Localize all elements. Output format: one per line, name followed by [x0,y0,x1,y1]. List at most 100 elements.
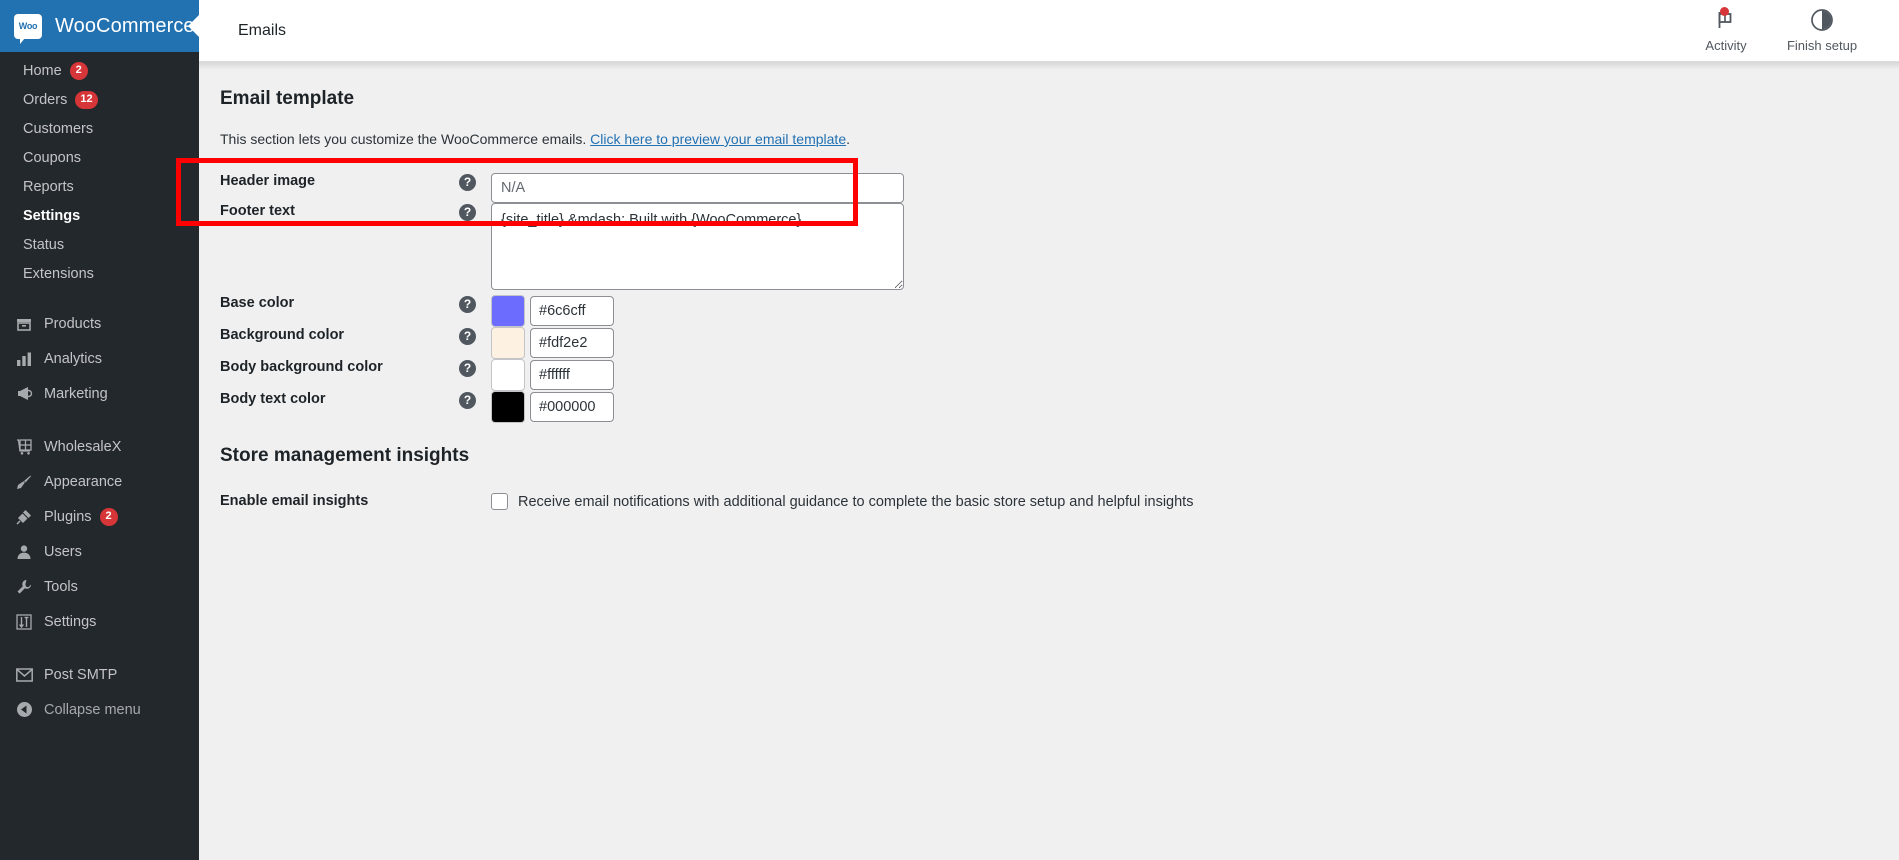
help-icon-body-background-color[interactable]: ? [459,359,476,377]
woocommerce-logo-text: Woo [18,21,38,31]
woocommerce-brand[interactable]: Woo WooCommerce [0,0,200,52]
enable-email-insights-checkbox-label: Receive email notifications with additio… [518,493,1194,510]
sidebar-label-products: Products [44,315,102,332]
sidebar-divider-2 [0,415,199,425]
sidebar-label-home: Home [23,62,62,79]
sidebar-item-home[interactable]: Home 2 [0,56,199,85]
sidebar-item-coupons[interactable]: Coupons [0,143,199,172]
email-template-fields-table: Header image ? Footer text ? [220,173,904,423]
plugins-icon [13,507,35,527]
sidebar-label-wp-settings: Settings [44,613,97,630]
page-root: Woo WooCommerce Home 2 Orders 12 Custome… [0,0,1899,860]
body-text-color-swatch[interactable] [491,391,525,423]
sidebar-item-extensions[interactable]: Extensions [0,259,199,288]
body-text-color-input[interactable] [530,392,614,422]
background-color-input[interactable] [530,328,614,358]
content-area: Email template This section lets you cus… [199,62,1899,860]
field-row-enable-email-insights: Enable email insights Receive email noti… [220,493,1193,510]
sidebar-badge-orders: 12 [75,90,98,109]
preview-email-template-link[interactable]: Click here to preview your email templat… [590,131,846,147]
sidebar-label-reports: Reports [23,178,74,195]
label-header-image: Header image [220,173,316,189]
sidebar-label-plugins: Plugins [44,508,92,525]
brand-title: WooCommerce [55,14,195,37]
body-text-color-control [491,391,904,423]
sidebar-item-products[interactable]: Products [0,306,199,341]
sidebar-divider-3 [0,643,199,653]
sidebar-item-collapse-menu[interactable]: Collapse menu [0,692,199,727]
help-icon-background-color[interactable]: ? [459,327,476,345]
activity-flag-icon [1715,6,1737,34]
tools-icon [13,577,35,597]
sidebar-label-collapse-menu: Collapse menu [44,701,141,718]
sidebar-badge-plugins: 2 [99,507,118,526]
label-background-color: Background color [220,327,345,343]
label-enable-email-insights: Enable email insights [220,493,369,509]
activity-notification-dot [1720,6,1729,16]
field-row-body-text-color: Body text color ? [220,391,904,423]
body-background-color-swatch[interactable] [491,359,525,391]
label-base-color: Base color [220,295,295,311]
activity-label: Activity [1705,37,1747,53]
collapse-arrow-icon [13,700,35,720]
sidebar-label-tools: Tools [44,578,78,595]
background-color-swatch[interactable] [491,327,525,359]
users-icon [13,542,35,562]
sidebar-badge-home: 2 [69,61,88,80]
sidebar-label-customers: Customers [23,120,94,137]
topbar-actions: Activity Finish setup [1678,0,1899,62]
sidebar-item-marketing[interactable]: Marketing [0,376,199,411]
wholesalex-icon [13,437,35,457]
sidebar-item-plugins[interactable]: Plugins 2 [0,499,199,534]
sidebar-label-status: Status [23,236,65,253]
base-color-control [491,295,904,327]
finish-setup-progress-icon [1810,6,1834,34]
sidebar-group-woocommerce: Home 2 Orders 12 Customers Coupons Repor… [0,52,199,292]
appearance-icon [13,472,35,492]
top-bar: Emails Activity Finish setup [199,0,1899,62]
sidebar-item-wp-settings[interactable]: Settings [0,604,199,639]
label-body-text-color: Body text color [220,391,326,407]
help-icon-body-text-color[interactable]: ? [459,391,476,409]
sidebar-item-analytics[interactable]: Analytics [0,341,199,376]
analytics-icon [13,349,35,369]
sidebar-item-settings[interactable]: Settings [0,201,199,230]
sidebar-label-analytics: Analytics [44,350,103,367]
finish-setup-button[interactable]: Finish setup [1774,0,1870,62]
sidebar-label-settings: Settings [23,207,81,224]
sidebar-item-orders[interactable]: Orders 12 [0,85,199,114]
insights-fields-table: Enable email insights Receive email noti… [220,493,1193,510]
field-row-footer-text: Footer text ? {site_title} &mdash; Built… [220,203,904,295]
base-color-input[interactable] [530,296,614,326]
sidebar-label-marketing: Marketing [44,385,108,402]
enable-email-insights-checkbox[interactable] [491,493,508,510]
marketing-icon [13,384,35,404]
sidebar-item-status[interactable]: Status [0,230,199,259]
email-template-heading: Email template [220,88,355,109]
help-icon-base-color[interactable]: ? [459,295,476,313]
sidebar-group-plugins-extra: Post SMTP Collapse menu [0,653,199,731]
settings-form: Email template This section lets you cus… [199,62,1899,510]
sidebar-item-tools[interactable]: Tools [0,569,199,604]
sidebar-item-customers[interactable]: Customers [0,114,199,143]
help-icon-footer-text[interactable]: ? [459,203,476,221]
sidebar-item-users[interactable]: Users [0,534,199,569]
body-background-color-input[interactable] [530,360,614,390]
description-suffix: . [846,131,850,147]
footer-text-textarea[interactable]: {site_title} &mdash; Built with {WooComm… [491,203,904,290]
sidebar-item-appearance[interactable]: Appearance [0,464,199,499]
header-image-input[interactable] [491,173,904,203]
help-icon-header-image[interactable]: ? [459,173,476,191]
sidebar-item-wholesalex[interactable]: WholesaleX [0,429,199,464]
sidebar-item-reports[interactable]: Reports [0,172,199,201]
settings-icon [13,612,35,632]
sidebar-label-orders: Orders [23,91,68,108]
woocommerce-logo-icon: Woo [14,13,42,44]
sidebar-group-store: Products Analytics Marketing [0,302,199,415]
mail-icon [13,665,35,685]
sidebar-item-post-smtp[interactable]: Post SMTP [0,657,199,692]
activity-button[interactable]: Activity [1678,0,1774,62]
label-body-background-color: Body background color [220,359,383,375]
sidebar-label-wholesalex: WholesaleX [44,438,122,455]
base-color-swatch[interactable] [491,295,525,327]
